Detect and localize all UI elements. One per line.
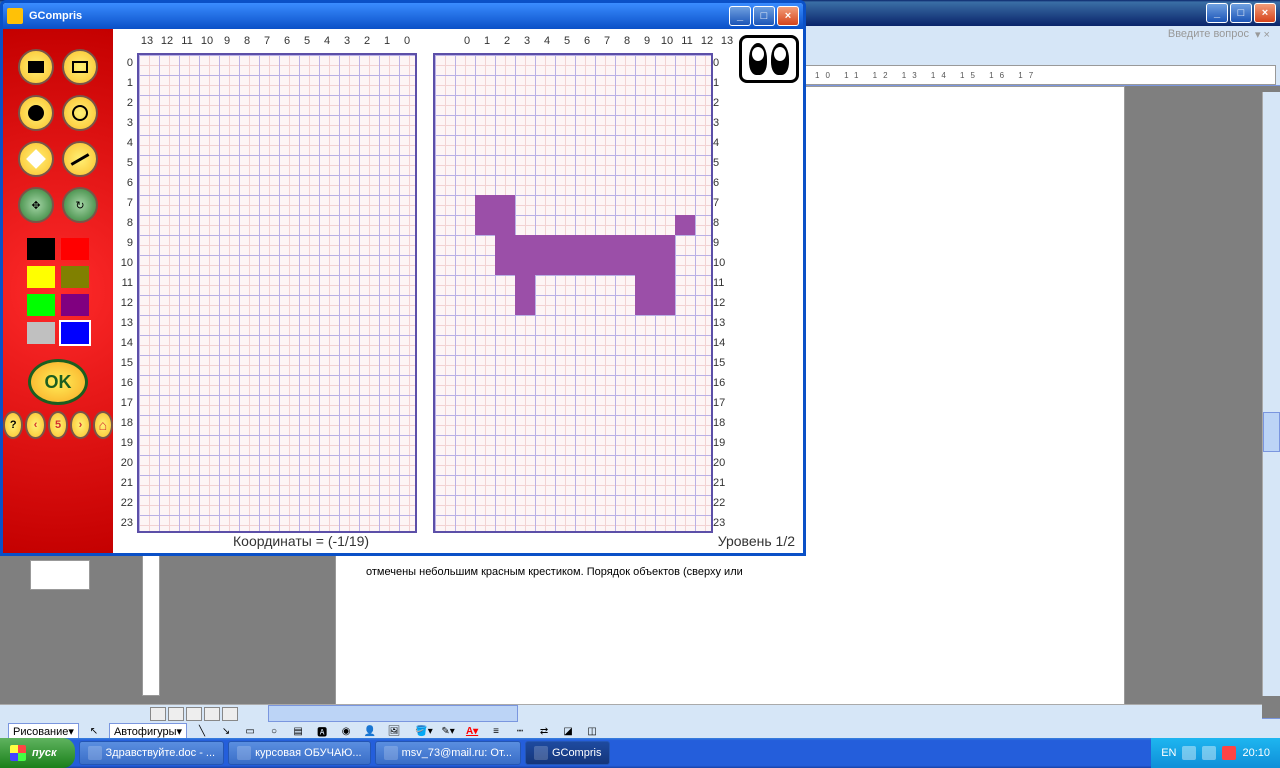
filled-circle-tool[interactable] bbox=[18, 95, 54, 131]
tray-icon[interactable] bbox=[1182, 746, 1196, 760]
line-tool[interactable] bbox=[62, 141, 98, 177]
gc-tool-sidebar: ✥ ↻ OK ? ‹ 5 › ⌂ bbox=[3, 29, 113, 553]
home-button[interactable]: ⌂ bbox=[93, 411, 113, 439]
word-close-button[interactable]: × bbox=[1254, 3, 1276, 23]
clock[interactable]: 20:10 bbox=[1242, 747, 1270, 759]
view-print-button[interactable] bbox=[186, 707, 202, 721]
color-green[interactable] bbox=[27, 294, 55, 316]
gc-close-button[interactable]: × bbox=[777, 6, 799, 26]
left-axis-labels: 01234567891011121314151617181920212223 bbox=[117, 53, 133, 533]
view-reading-button[interactable] bbox=[222, 707, 238, 721]
right-axis-labels: 01234567891011121314151617181920212223 bbox=[713, 53, 729, 533]
tray-icon[interactable] bbox=[1222, 746, 1236, 760]
text-line: отмечены небольшим красным крестиком. По… bbox=[366, 561, 1094, 584]
prev-level-button[interactable]: ‹ bbox=[25, 411, 45, 439]
gc-canvas-area: 131211109876543210012345678910111213 012… bbox=[113, 29, 803, 553]
view-normal-button[interactable] bbox=[150, 707, 166, 721]
penguin-icon bbox=[749, 43, 767, 75]
color-gray[interactable] bbox=[27, 322, 55, 344]
gc-maximize-button[interactable]: □ bbox=[753, 6, 775, 26]
color-olive[interactable] bbox=[61, 266, 89, 288]
taskbar-item-ie[interactable]: msv_73@mail.ru: От... bbox=[375, 741, 521, 765]
color-palette bbox=[27, 238, 89, 344]
gc-minimize-button[interactable]: _ bbox=[729, 6, 751, 26]
color-purple[interactable] bbox=[61, 294, 89, 316]
gcompris-icon bbox=[7, 8, 23, 24]
view-outline-button[interactable] bbox=[204, 707, 220, 721]
gcompris-titlebar[interactable]: GCompris _ □ × bbox=[3, 3, 803, 29]
taskbar-item-word1[interactable]: Здравствуйте.doc - ... bbox=[79, 741, 225, 765]
color-blue-selected[interactable] bbox=[61, 322, 89, 344]
color-black[interactable] bbox=[27, 238, 55, 260]
penguin-icon bbox=[771, 43, 789, 75]
shape-leg-front bbox=[515, 275, 535, 315]
shape-tail bbox=[675, 215, 695, 235]
ok-button[interactable]: OK bbox=[28, 359, 88, 405]
outline-rect-tool[interactable] bbox=[62, 49, 98, 85]
shape-leg-back bbox=[635, 275, 675, 315]
taskbar-item-word2[interactable]: курсовая ОБУЧАЮ... bbox=[228, 741, 370, 765]
gcompris-title: GCompris bbox=[29, 10, 82, 22]
top-axis-labels: 131211109876543210012345678910111213 bbox=[137, 35, 737, 47]
next-level-button[interactable]: › bbox=[70, 411, 90, 439]
taskbar: пуск Здравствуйте.doc - ... курсовая ОБУ… bbox=[0, 738, 1280, 768]
filled-rect-tool[interactable] bbox=[18, 49, 54, 85]
system-tray[interactable]: EN 20:10 bbox=[1151, 738, 1280, 768]
shape-body bbox=[495, 235, 675, 275]
windows-logo-icon bbox=[10, 745, 26, 761]
color-yellow[interactable] bbox=[27, 266, 55, 288]
taskbar-item-gcompris[interactable]: GCompris bbox=[525, 741, 611, 765]
tray-icon[interactable] bbox=[1202, 746, 1216, 760]
move-tool[interactable]: ✥ bbox=[18, 187, 54, 223]
help-button[interactable]: ? bbox=[3, 411, 23, 439]
level-display: Уровень 1/2 bbox=[718, 533, 795, 549]
document-thumb[interactable] bbox=[30, 560, 90, 590]
vertical-scrollbar[interactable] bbox=[1262, 92, 1280, 696]
eraser-tool[interactable] bbox=[18, 141, 54, 177]
coordinates-display: Координаты = (-1/19) bbox=[233, 533, 369, 549]
shape-head bbox=[475, 195, 515, 235]
language-indicator[interactable]: EN bbox=[1161, 747, 1176, 759]
gcompris-window: GCompris _ □ × ✥ ↻ bbox=[0, 0, 806, 556]
start-button[interactable]: пуск bbox=[0, 738, 75, 768]
word-maximize-button[interactable]: □ bbox=[1230, 3, 1252, 23]
left-drawing-grid[interactable] bbox=[137, 53, 417, 533]
view-web-button[interactable] bbox=[168, 707, 184, 721]
color-red[interactable] bbox=[61, 238, 89, 260]
horizontal-scrollbar[interactable] bbox=[0, 704, 1262, 722]
outline-circle-tool[interactable] bbox=[62, 95, 98, 131]
rotate-tool[interactable]: ↻ bbox=[62, 187, 98, 223]
word-minimize-button[interactable]: _ bbox=[1206, 3, 1228, 23]
penguin-badge bbox=[739, 35, 799, 83]
level-indicator[interactable]: 5 bbox=[48, 411, 68, 439]
right-reference-grid bbox=[433, 53, 713, 533]
